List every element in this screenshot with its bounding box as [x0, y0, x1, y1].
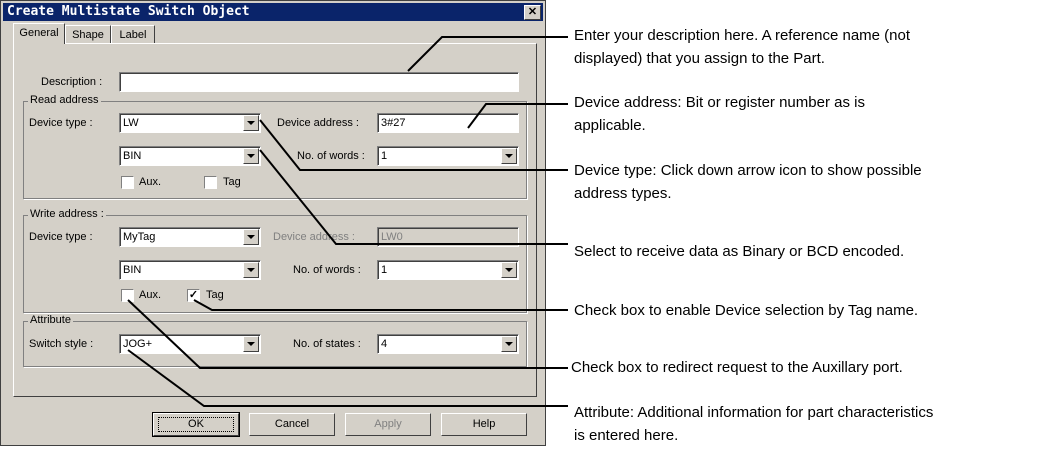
callout-text: Attribute: Additional information for pa… [574, 404, 934, 421]
callout-format: Select to receive data as Binary or BCD … [574, 240, 904, 263]
callout-line-format [259, 149, 568, 245]
callout-text: applicable. [574, 117, 646, 134]
callout-text: Check box to redirect request to the Aux… [571, 359, 903, 376]
callout-device-address: Device address: Bit or register number a… [574, 91, 865, 137]
callout-line-tag [193, 299, 568, 311]
callout-line-device-address [467, 103, 568, 129]
callout-line-description [407, 36, 568, 72]
callout-text: Enter your description here. A reference… [574, 27, 911, 44]
callout-tag: Check box to enable Device selection by … [574, 299, 918, 322]
callout-aux: Check box to redirect request to the Aux… [571, 356, 903, 379]
tab-general-label: General [19, 27, 59, 39]
callout-device-type: Device type: Click down arrow icon to sh… [574, 159, 922, 205]
callout-attribute: Attribute: Additional information for pa… [574, 401, 933, 447]
callout-text: Select to receive data as Binary or BCD … [574, 243, 905, 260]
callout-line-attribute [127, 349, 568, 407]
callout-text: Device type: Click down arrow icon to sh… [574, 162, 922, 179]
tab-general[interactable]: General [13, 23, 65, 44]
callout-text: Device address: Bit or register number a… [574, 94, 865, 111]
callout-text: is entered here. [574, 427, 679, 444]
callout-text: Check box to enable Device selection by … [574, 302, 919, 319]
callout-text: address types. [574, 185, 672, 202]
callout-line-device-type [259, 119, 568, 171]
callout-description: Enter your description here. A reference… [574, 24, 910, 70]
callout-text: displayed) that you assign to the Part. [574, 50, 825, 67]
